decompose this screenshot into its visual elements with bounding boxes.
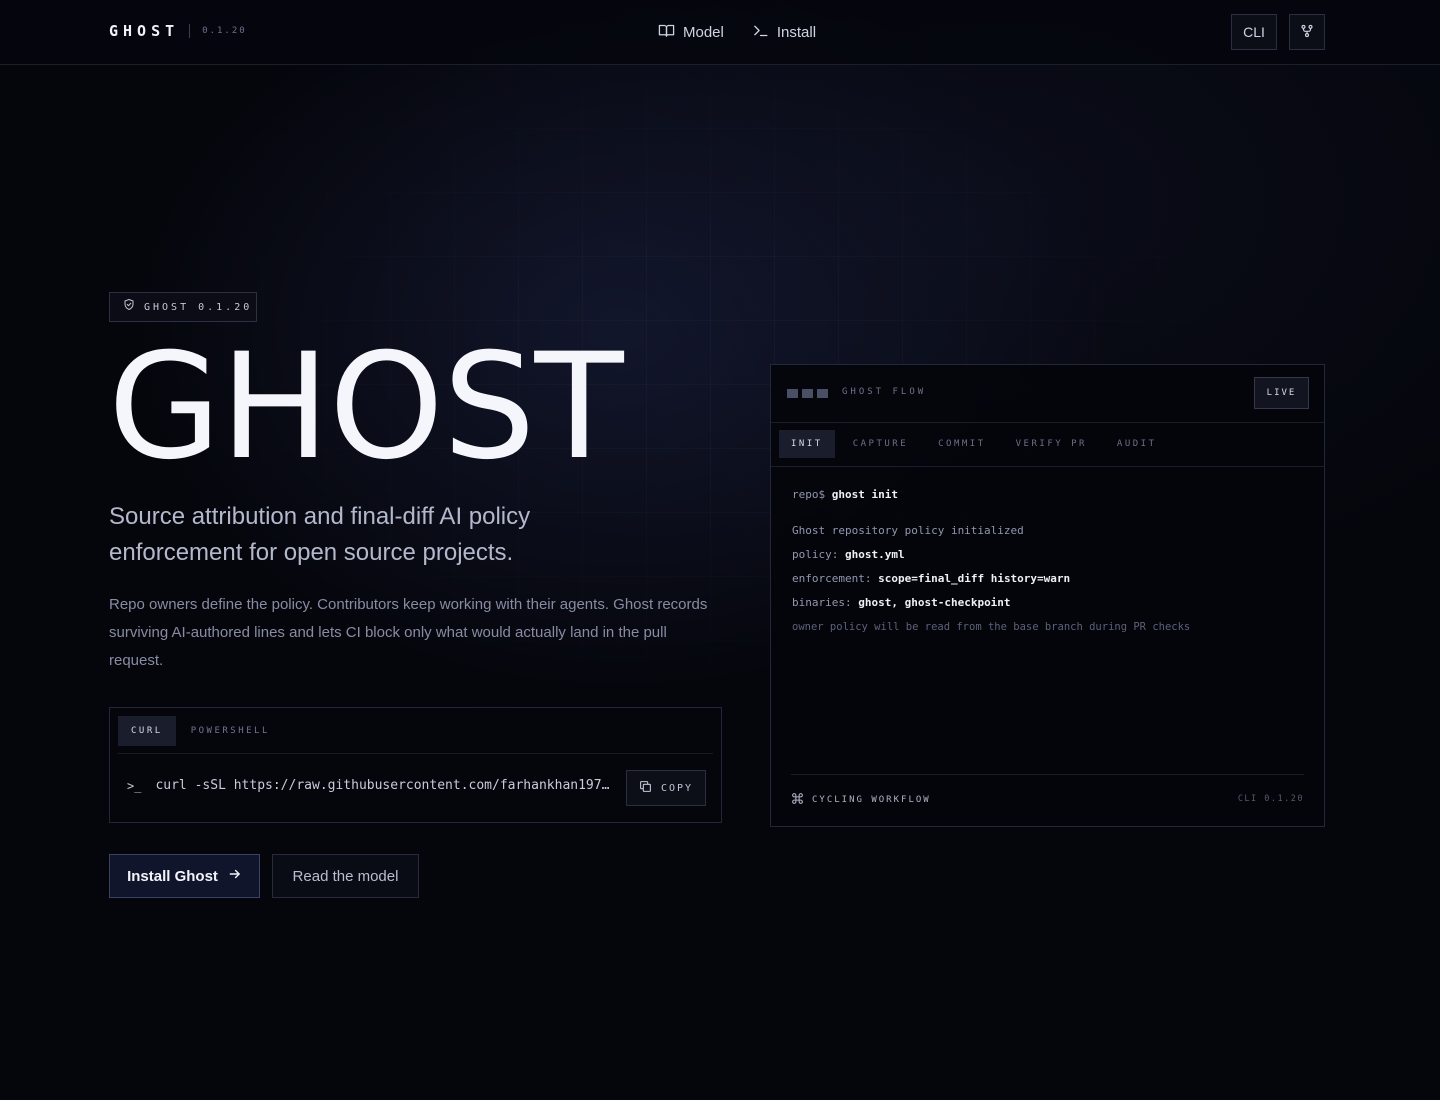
read-model-button[interactable]: Read the model bbox=[272, 854, 419, 898]
install-command[interactable]: curl -sSL https://raw.githubusercontent.… bbox=[155, 778, 610, 793]
binaries-value: ghost, ghost-checkpoint bbox=[858, 596, 1011, 609]
flow-tabs: INIT CAPTURE COMMIT VERIFY PR AUDIT bbox=[771, 423, 1324, 467]
terminal-output: repo$ ghost init Ghost repository policy… bbox=[792, 487, 1312, 643]
hero-title: GHOST bbox=[108, 322, 624, 492]
tab-audit[interactable]: AUDIT bbox=[1105, 430, 1169, 458]
brand-name: GHOST bbox=[109, 22, 180, 40]
version-badge: GHOST 0.1.20 bbox=[109, 292, 257, 322]
top-navbar: GHOST 0.1.20 Model Install CLI bbox=[0, 0, 1440, 65]
copy-button[interactable]: COPY bbox=[626, 770, 706, 806]
window-dots bbox=[787, 389, 828, 398]
terminal-command-line: repo$ ghost init bbox=[792, 487, 1312, 511]
enforcement-value: scope=final_diff history=warn bbox=[878, 572, 1071, 585]
divider bbox=[118, 753, 713, 754]
policy-value: ghost.yml bbox=[844, 548, 905, 561]
tab-capture[interactable]: CAPTURE bbox=[841, 430, 920, 458]
tab-verify-pr[interactable]: VERIFY PR bbox=[1004, 430, 1099, 458]
terminal-status-line: Ghost repository policy initialized bbox=[792, 524, 1024, 537]
install-ghost-label: Install Ghost bbox=[127, 867, 218, 885]
terminal-note-line: owner policy will be read from the base … bbox=[792, 621, 1191, 633]
panel-header: GHOST FLOW LIVE bbox=[771, 365, 1324, 423]
terminal-binaries-line: binaries: ghost, ghost-checkpoint bbox=[792, 595, 1312, 619]
version-badge-text: GHOST 0.1.20 bbox=[144, 301, 253, 313]
terminal-policy-line: policy: ghost.yml bbox=[792, 547, 1312, 571]
main-nav: Model Install bbox=[658, 22, 816, 43]
terminal-icon bbox=[752, 22, 769, 43]
panel-footer-status: CYCLING WORKFLOW bbox=[791, 792, 931, 808]
cli-version-label: CLI 0.1.20 bbox=[1237, 794, 1304, 804]
terminal-command: ghost init bbox=[831, 488, 898, 501]
ghost-flow-panel: GHOST FLOW LIVE INIT CAPTURE COMMIT VERI… bbox=[770, 364, 1325, 827]
tab-commit[interactable]: COMMIT bbox=[926, 430, 998, 458]
brand-divider bbox=[189, 24, 191, 38]
hero-description: Repo owners define the policy. Contribut… bbox=[109, 596, 708, 669]
command-key-icon bbox=[791, 792, 804, 808]
hero-subtitle: Source attribution and final-diff AI pol… bbox=[109, 503, 531, 566]
install-ghost-button[interactable]: Install Ghost bbox=[109, 854, 260, 898]
git-branch-icon bbox=[1300, 24, 1314, 41]
cli-button[interactable]: CLI bbox=[1231, 14, 1277, 50]
install-tabs: CURL POWERSHELL bbox=[118, 716, 283, 746]
window-dot bbox=[787, 389, 798, 398]
arrow-right-icon bbox=[228, 867, 242, 885]
repo-button[interactable] bbox=[1289, 14, 1325, 50]
terminal-enforcement-line: enforcement: scope=final_diff history=wa… bbox=[792, 571, 1312, 595]
enforcement-key: enforcement: bbox=[792, 572, 872, 585]
nav-install-label: Install bbox=[776, 24, 817, 41]
panel-footer-divider bbox=[791, 774, 1304, 775]
tab-powershell[interactable]: POWERSHELL bbox=[178, 716, 283, 746]
nav-install-link[interactable]: Install bbox=[752, 22, 816, 43]
nav-model-link[interactable]: Model bbox=[658, 22, 724, 43]
copy-label: COPY bbox=[660, 782, 694, 794]
brand[interactable]: GHOST 0.1.20 bbox=[109, 22, 247, 40]
prompt-symbol: >_ bbox=[127, 778, 142, 793]
binaries-key: binaries: bbox=[792, 596, 852, 609]
nav-model-label: Model bbox=[683, 24, 724, 41]
tab-init[interactable]: INIT bbox=[779, 430, 835, 458]
terminal-prompt: repo$ bbox=[792, 488, 826, 501]
command-row: >_ curl -sSL https://raw.githubuserconte… bbox=[127, 778, 610, 793]
install-command-box: CURL POWERSHELL >_ curl -sSL https://raw… bbox=[109, 707, 722, 823]
cycling-workflow-label: CYCLING WORKFLOW bbox=[812, 795, 931, 805]
shield-icon bbox=[123, 298, 135, 316]
live-toggle[interactable]: LIVE bbox=[1254, 377, 1309, 409]
window-dot bbox=[817, 389, 828, 398]
panel-title: GHOST FLOW bbox=[842, 387, 927, 397]
copy-icon bbox=[639, 780, 652, 796]
tab-curl[interactable]: CURL bbox=[118, 716, 176, 746]
brand-version: 0.1.20 bbox=[202, 26, 247, 36]
book-icon bbox=[658, 22, 675, 43]
policy-key: policy: bbox=[792, 548, 839, 561]
window-dot bbox=[802, 389, 813, 398]
